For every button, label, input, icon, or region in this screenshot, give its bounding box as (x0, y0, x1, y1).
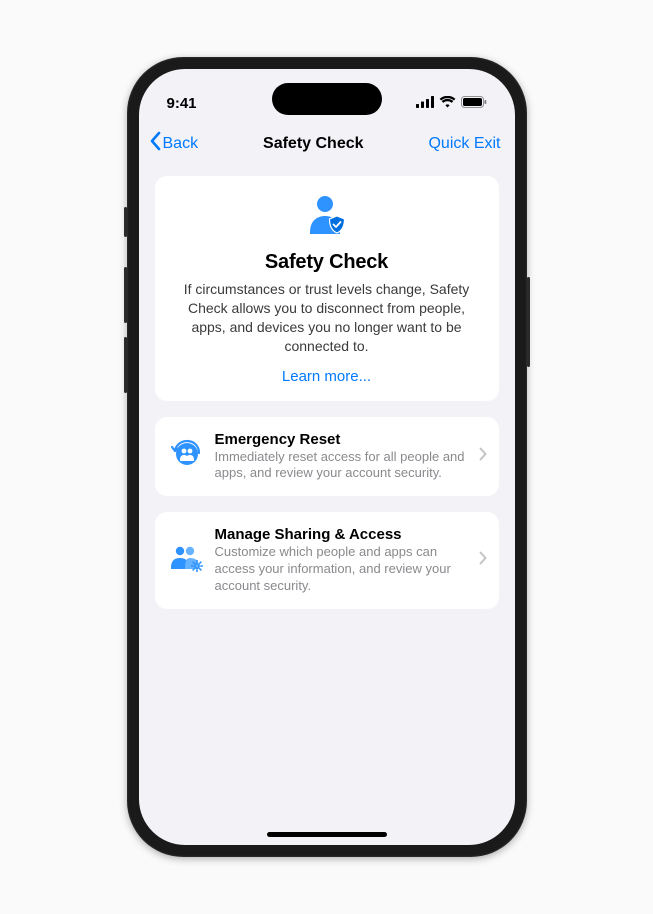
phone-frame: 9:41 Back Safety Check Qu (127, 57, 527, 857)
power-button (527, 277, 530, 367)
volume-down-button (124, 337, 127, 393)
volume-up-button (124, 267, 127, 323)
manage-sharing-description: Customize which people and apps can acce… (215, 544, 467, 595)
hero-card: Safety Check If circumstances or trust l… (155, 176, 499, 401)
content-area: Safety Check If circumstances or trust l… (139, 166, 515, 635)
dynamic-island (272, 83, 382, 115)
back-label: Back (163, 135, 199, 153)
nav-bar: Back Safety Check Quick Exit (139, 123, 515, 166)
status-time: 9:41 (167, 95, 197, 112)
hero-description: If circumstances or trust levels change,… (173, 280, 481, 356)
wifi-icon (439, 95, 456, 112)
emergency-reset-row[interactable]: Emergency Reset Immediately reset access… (155, 417, 499, 497)
side-button (124, 207, 127, 237)
back-button[interactable]: Back (149, 131, 199, 156)
chevron-right-icon (479, 551, 487, 570)
emergency-reset-icon (170, 438, 202, 475)
nav-title: Safety Check (263, 135, 364, 153)
screen: 9:41 Back Safety Check Qu (139, 69, 515, 845)
battery-icon (461, 95, 487, 112)
manage-sharing-title: Manage Sharing & Access (215, 526, 467, 543)
learn-more-link[interactable]: Learn more... (173, 368, 481, 385)
person-shield-icon (305, 194, 349, 241)
emergency-reset-description: Immediately reset access for all people … (215, 449, 467, 483)
cellular-icon (416, 95, 434, 112)
chevron-right-icon (479, 447, 487, 466)
hero-title: Safety Check (173, 251, 481, 274)
manage-sharing-row[interactable]: Manage Sharing & Access Customize which … (155, 512, 499, 609)
emergency-reset-title: Emergency Reset (215, 431, 467, 448)
quick-exit-button[interactable]: Quick Exit (428, 135, 500, 153)
chevron-left-icon (149, 131, 161, 156)
manage-sharing-icon (169, 544, 203, 577)
home-indicator[interactable] (267, 832, 387, 837)
